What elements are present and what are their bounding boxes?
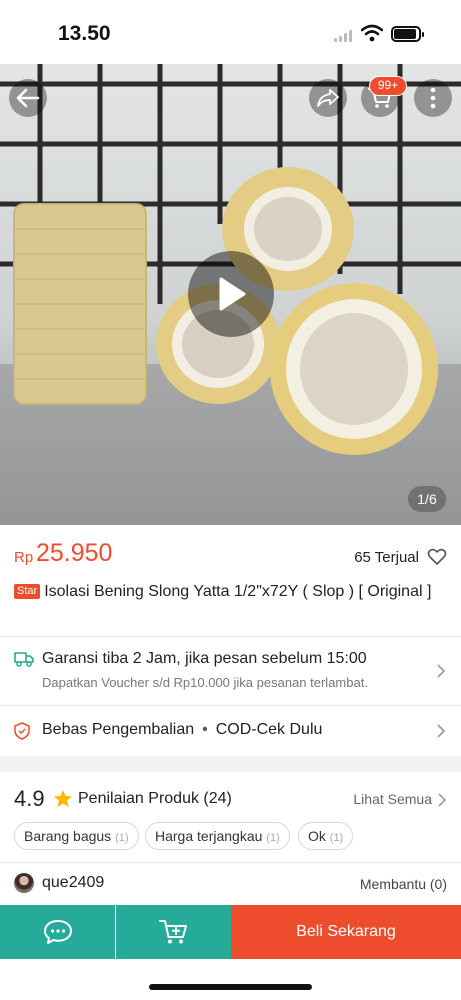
status-time: 13.50 bbox=[58, 22, 111, 45]
battery-icon bbox=[391, 26, 424, 42]
divider bbox=[0, 862, 461, 863]
return-cod-row[interactable]: Bebas Pengembalian • COD-Cek Dulu bbox=[0, 706, 461, 756]
chevron-right-icon bbox=[438, 793, 447, 807]
rating-score: 4.9 bbox=[14, 786, 45, 811]
shield-icon bbox=[14, 722, 30, 740]
chip-label: Barang bagus bbox=[24, 828, 112, 844]
price-value: 25.950 bbox=[36, 539, 113, 567]
bottom-action-bar: Beli Sekarang bbox=[0, 905, 461, 959]
chip-label: Ok bbox=[308, 828, 326, 844]
review-chip[interactable]: Barang bagus (1) bbox=[14, 822, 139, 850]
chip-count: (1) bbox=[329, 832, 344, 844]
chip-label: Harga terjangkau bbox=[155, 828, 263, 844]
add-to-cart-button[interactable] bbox=[116, 905, 231, 959]
share-icon bbox=[317, 89, 339, 107]
buy-now-button[interactable]: Beli Sekarang bbox=[231, 905, 461, 959]
rating-count: (24) bbox=[203, 790, 232, 807]
product-image-gallery[interactable]: 99+ 1/6 bbox=[0, 64, 461, 525]
product-title: Star Isolasi Bening Slong Yatta 1/2"x72Y … bbox=[14, 581, 447, 603]
sold-count: 65 Terjual bbox=[354, 549, 419, 566]
cellular-signal-icon bbox=[334, 30, 354, 42]
play-video-button[interactable] bbox=[188, 251, 274, 337]
share-button[interactable] bbox=[309, 79, 347, 117]
chevron-right-icon bbox=[437, 724, 446, 738]
review-item: que2409 Membantu (0) bbox=[0, 864, 461, 904]
status-bar: 13.50 bbox=[0, 0, 461, 64]
truck-icon bbox=[14, 652, 34, 667]
review-filter-chips: Barang bagus (1) Harga terjangkau (1) Ok… bbox=[14, 822, 454, 850]
avatar bbox=[14, 873, 34, 893]
chip-count: (1) bbox=[266, 832, 280, 844]
home-indicator[interactable] bbox=[149, 984, 312, 990]
chip-count: (1) bbox=[115, 832, 129, 844]
star-seller-badge: Star bbox=[14, 584, 41, 599]
return-text: Bebas Pengembalian • COD-Cek Dulu bbox=[42, 721, 322, 739]
rating-title: Penilaian Produk bbox=[78, 790, 199, 807]
more-vertical-icon bbox=[430, 87, 436, 109]
more-options-button[interactable] bbox=[414, 79, 452, 117]
back-button[interactable] bbox=[9, 79, 47, 117]
shipping-guarantee-row[interactable]: Garansi tiba 2 Jam, jika pesan sebelum 1… bbox=[0, 637, 461, 705]
cod-label: COD-Cek Dulu bbox=[215, 721, 323, 738]
product-page: 13.50 99+ 1/6 Rp 25.950 65 Terjual Star … bbox=[0, 0, 461, 1000]
helpful-button[interactable]: Membantu (0) bbox=[360, 876, 447, 892]
heart-icon[interactable] bbox=[427, 547, 447, 567]
arrow-left-icon bbox=[16, 88, 40, 108]
home-indicator-area bbox=[0, 959, 461, 1000]
chat-icon bbox=[43, 920, 72, 944]
image-counter: 1/6 bbox=[408, 486, 446, 512]
chevron-right-icon bbox=[437, 664, 446, 678]
play-icon bbox=[219, 277, 246, 311]
price-row: Rp 25.950 65 Terjual bbox=[14, 537, 447, 571]
wifi-icon bbox=[361, 24, 383, 42]
review-chip[interactable]: Ok (1) bbox=[298, 822, 354, 850]
section-gap bbox=[0, 756, 461, 772]
shipping-subtitle: Dapatkan Voucher s/d Rp10.000 jika pesan… bbox=[42, 675, 368, 690]
shipping-title: Garansi tiba 2 Jam, jika pesan sebelum 1… bbox=[42, 650, 367, 667]
chat-button[interactable] bbox=[0, 905, 115, 959]
star-icon bbox=[54, 790, 72, 807]
price-currency: Rp bbox=[14, 549, 34, 566]
cart-plus-icon bbox=[158, 920, 187, 944]
see-all-link[interactable]: Lihat Semua bbox=[353, 791, 432, 807]
rating-header[interactable]: 4.9 Penilaian Produk (24) Lihat Semua bbox=[0, 782, 461, 818]
review-username: que2409 bbox=[42, 874, 105, 891]
cart-count-badge: 99+ bbox=[369, 76, 407, 96]
dot-separator: • bbox=[202, 721, 208, 738]
review-chip[interactable]: Harga terjangkau (1) bbox=[145, 822, 290, 850]
rating-label: Penilaian Produk (24) bbox=[78, 790, 232, 808]
free-return-label: Bebas Pengembalian bbox=[42, 721, 195, 738]
product-title-text: Isolasi Bening Slong Yatta 1/2"x72Y ( Sl… bbox=[44, 583, 432, 600]
